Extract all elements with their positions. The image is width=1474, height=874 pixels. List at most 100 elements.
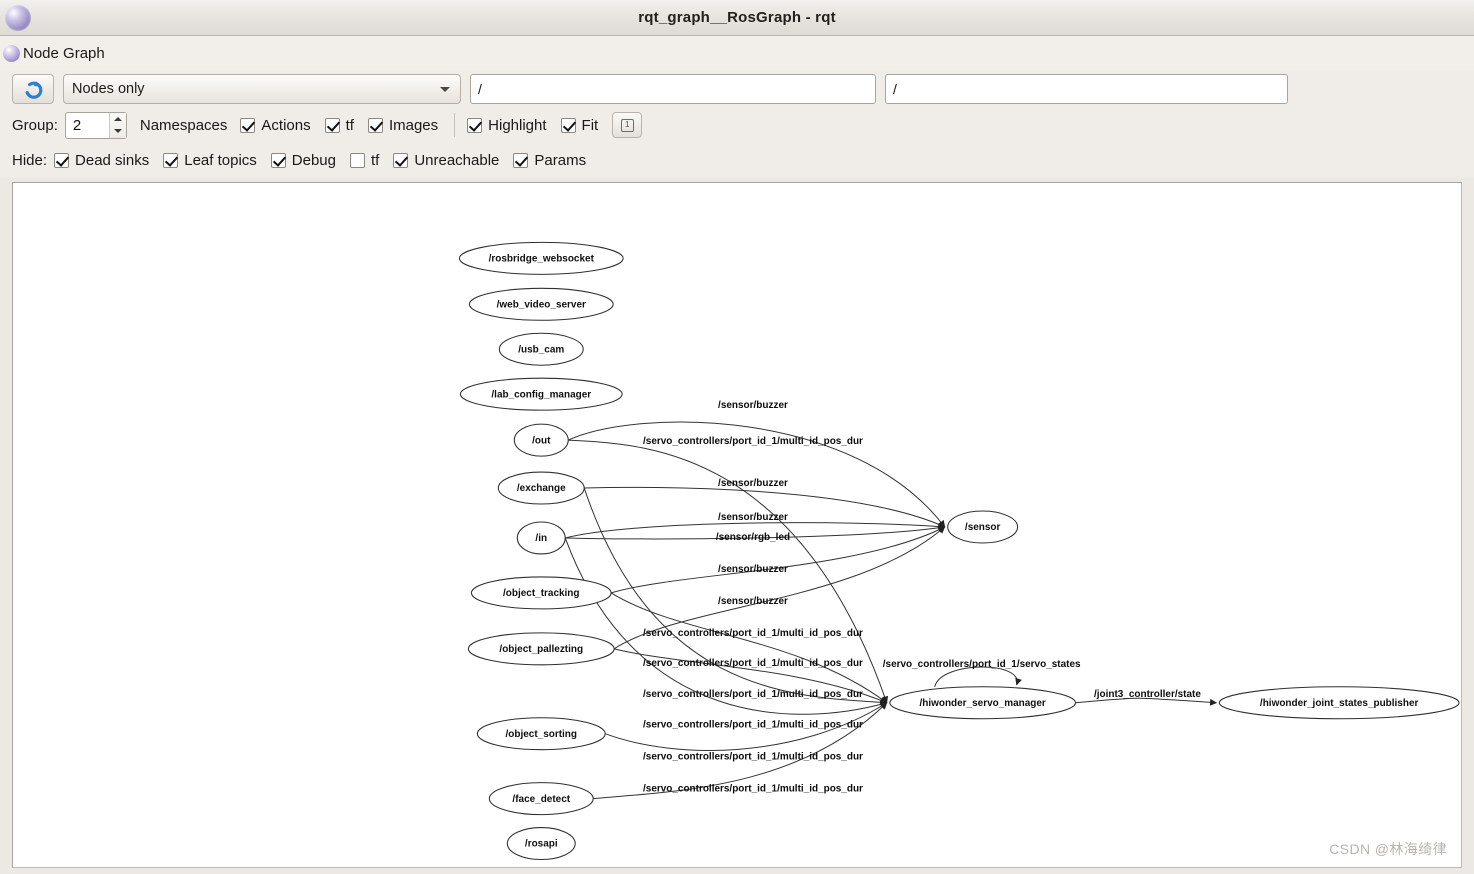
graph-node[interactable]: /face_detect	[488, 782, 594, 816]
checkbox-actions[interactable]: Actions	[240, 116, 311, 134]
graph-node-label: /usb_cam	[518, 344, 564, 355]
graph-node[interactable]: /sensor	[947, 510, 1019, 544]
graph-edge-label: /servo_controllers/port_id_1/multi_id_po…	[643, 436, 863, 447]
graph-node-label: /web_video_server	[497, 299, 586, 310]
checkmark-icon	[367, 117, 383, 133]
checkbox-dead-sinks-label: Dead sinks	[75, 151, 150, 169]
graph-node[interactable]: /hiwonder_servo_manager	[889, 686, 1077, 720]
group-label: Group:	[12, 116, 58, 134]
checkbox-unreachable-label: Unreachable	[414, 151, 500, 169]
toolbar-row-hide: Hide: Dead sinks Leaf topics Debug tf Un…	[12, 142, 1462, 178]
graph-edge-label: /servo_controllers/port_id_1/multi_id_po…	[643, 689, 863, 700]
graph-canvas[interactable]: /sensor/buzzer/servo_controllers/port_id…	[12, 182, 1462, 868]
graph-edge-labels: /sensor/buzzer/servo_controllers/port_id…	[643, 400, 1201, 794]
graph-node-label: /hiwonder_joint_states_publisher	[1260, 698, 1419, 709]
checkmark-icon	[270, 152, 286, 168]
chevron-down-icon	[440, 86, 450, 92]
graph-edge	[934, 666, 1022, 687]
graph-node-label: /in	[535, 533, 547, 544]
window-titlebar: rqt_graph__RosGraph - rqt	[0, 0, 1474, 36]
graph-node[interactable]: /rosapi	[506, 827, 576, 861]
toolbar-row-filters: Nodes only / /	[12, 70, 1462, 108]
graph-node-label: /object_sorting	[506, 729, 577, 740]
checkbox-images-label: Images	[388, 116, 439, 134]
namespaces-label: Namespaces	[139, 116, 228, 134]
checkbox-highlight-label: Highlight	[488, 116, 547, 134]
graph-node-label: /face_detect	[512, 794, 570, 805]
toolbar-row-group: Group: 2 Namespaces Actions tf Images Hi…	[12, 108, 1462, 142]
graph-edge-label: /servo_controllers/port_id_1/multi_id_po…	[643, 752, 863, 763]
refresh-button[interactable]	[12, 74, 54, 104]
graph-node[interactable]: /out	[513, 423, 569, 457]
checkbox-fit[interactable]: Fit	[560, 117, 598, 134]
graph-node[interactable]: /hiwonder_joint_states_publisher	[1218, 686, 1460, 720]
ros-globe-icon	[5, 4, 31, 31]
graph-node[interactable]: /object_sorting	[476, 717, 606, 751]
group-spinbox-arrows[interactable]	[108, 112, 126, 138]
checkmark-icon	[393, 152, 409, 168]
graph-edge-label: /sensor/buzzer	[718, 564, 788, 575]
graph-nodes: /rosbridge_websocket/web_video_server/us…	[458, 241, 1460, 861]
checkbox-unreachable[interactable]: Unreachable	[393, 152, 499, 169]
checkmark-icon	[513, 152, 529, 168]
graph-node[interactable]: /object_pallezting	[467, 632, 615, 666]
graph-node-label: /exchange	[517, 483, 566, 494]
checkbox-leaf-topics-label: Leaf topics	[184, 151, 257, 169]
checkbox-actions-label: Actions	[261, 116, 311, 134]
graph-edge-label: /servo_controllers/port_id_1/multi_id_po…	[643, 658, 863, 669]
graph-edge-label: /sensor/buzzer	[718, 478, 788, 489]
graph-node[interactable]: /object_tracking	[470, 576, 612, 610]
graph-node-label: /object_tracking	[503, 588, 579, 599]
graph-node-label: /lab_config_manager	[491, 389, 591, 400]
graph-node-label: /rosapi	[525, 839, 558, 850]
ros-node-graph[interactable]: /sensor/buzzer/servo_controllers/port_id…	[13, 183, 1461, 867]
topic-filter-input[interactable]: /	[885, 74, 1288, 104]
graph-node[interactable]: /exchange	[497, 471, 585, 505]
checkbox-highlight[interactable]: Highlight	[467, 116, 547, 134]
checkbox-hide-tf[interactable]: tf	[349, 151, 380, 169]
dock-title-label: Node Graph	[23, 44, 105, 62]
graph-node[interactable]: /rosbridge_websocket	[458, 241, 624, 275]
graph-edge-label: /servo_controllers/port_id_1/servo_state…	[883, 659, 1081, 670]
graph-edge-label: /servo_controllers/port_id_1/multi_id_po…	[643, 720, 863, 731]
checkmark-icon	[560, 117, 576, 133]
checkbox-images[interactable]: Images	[367, 116, 439, 134]
checkbox-tf[interactable]: tf	[324, 117, 354, 134]
hide-label: Hide:	[12, 151, 48, 169]
graph-edge-label: /sensor/buzzer	[718, 400, 788, 411]
graph-node-label: /sensor	[965, 522, 1001, 533]
window-title: rqt_graph__RosGraph - rqt	[638, 9, 836, 26]
group-spinbox[interactable]: 2	[64, 111, 127, 139]
toolbar-separator	[454, 113, 456, 137]
fit-in-view-icon: 1	[620, 118, 634, 132]
graph-edges	[564, 421, 1218, 800]
checkmark-icon	[240, 117, 256, 133]
topic-filter-input-value: /	[893, 81, 897, 97]
graph-node-label: /rosbridge_websocket	[489, 254, 595, 265]
graph-edge-label: /sensor/buzzer	[718, 596, 788, 607]
rqt-graph-window: rqt_graph__RosGraph - rqt Node Graph Nod…	[0, 0, 1474, 874]
graph-toolbar: Nodes only / / Group: 2 Namespaces Actio…	[0, 70, 1474, 178]
checkbox-params-label: Params	[534, 151, 587, 169]
dock-widget-header: Node Graph	[0, 36, 1474, 70]
checkmark-icon	[54, 152, 70, 168]
checkbox-empty-icon	[349, 152, 365, 168]
graph-node[interactable]: /lab_config_manager	[459, 377, 623, 411]
checkbox-debug-label: Debug	[291, 151, 336, 169]
graph-edge-label: /sensor/buzzer	[718, 512, 788, 523]
graph-node[interactable]: /usb_cam	[498, 332, 584, 366]
checkbox-dead-sinks[interactable]: Dead sinks	[54, 152, 149, 169]
graph-node[interactable]: /in	[516, 521, 566, 555]
checkbox-leaf-topics[interactable]: Leaf topics	[163, 152, 257, 169]
graph-node-label: /out	[532, 435, 551, 446]
checkmark-icon	[324, 117, 340, 133]
refresh-icon	[25, 80, 42, 99]
graph-node[interactable]: /web_video_server	[468, 287, 614, 321]
filter-input[interactable]: /	[470, 74, 876, 104]
fit-in-view-button[interactable]: 1	[612, 112, 643, 138]
checkmark-icon	[467, 117, 483, 133]
checkbox-debug[interactable]: Debug	[270, 151, 336, 169]
checkbox-params[interactable]: Params	[513, 152, 586, 169]
checkbox-hide-tf-label: tf	[370, 151, 380, 169]
graph-type-combobox[interactable]: Nodes only	[63, 74, 461, 104]
